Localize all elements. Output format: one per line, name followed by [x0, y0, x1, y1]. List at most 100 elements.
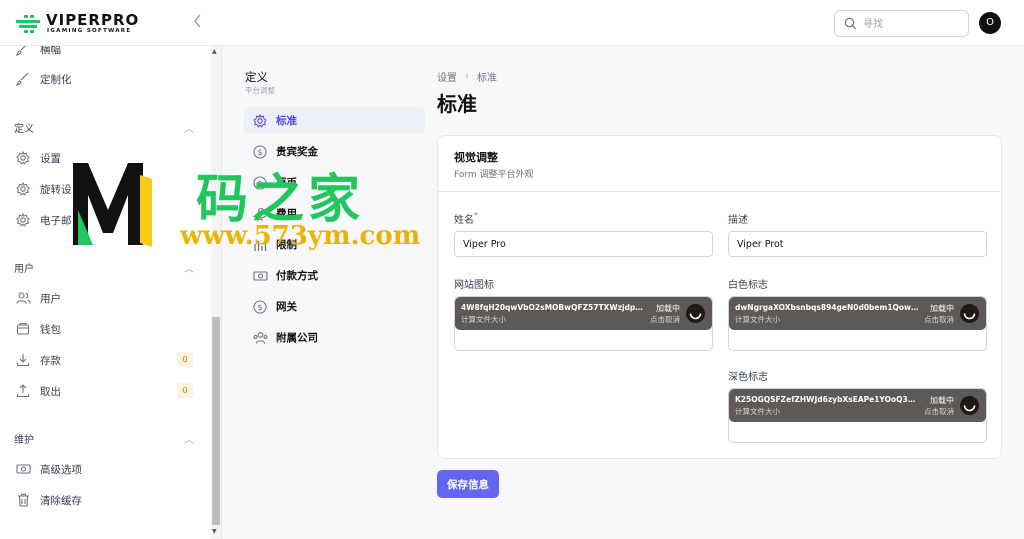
chevron-up-icon: ︿ — [184, 123, 194, 135]
upload-file-size: 计算文件大小 — [461, 315, 506, 324]
users-icon — [14, 289, 32, 307]
sidebar-item-spin-settings[interactable]: 旋转设 — [14, 179, 199, 199]
name-input[interactable] — [454, 231, 713, 257]
upload-icon — [14, 382, 32, 400]
dollar-icon: $ — [252, 299, 268, 315]
card-subtitle: Form 调整平台外观 — [454, 170, 534, 180]
description-label: 描述 — [728, 215, 748, 226]
svg-text:$: $ — [257, 148, 262, 157]
scroll-up-icon[interactable]: ▲ — [212, 48, 217, 55]
page-title: 标准 — [437, 92, 477, 116]
count-badge: 0 — [177, 352, 193, 367]
sidebar-item-advanced[interactable]: 高级选项 — [14, 459, 199, 479]
upload-cancel-hint[interactable]: 点击取消 — [650, 314, 680, 325]
sidebar-item-customize[interactable]: 定制化 — [14, 69, 199, 89]
breadcrumb-current: 标准 — [477, 73, 497, 84]
upload-cancel-hint[interactable]: 点击取消 — [924, 406, 954, 417]
logo-dark-label: 深色标志 — [728, 372, 768, 383]
sidebar-item-users[interactable]: 用户 — [14, 288, 199, 308]
sidebar: 横幅 定制化 定义 ︿ 设置 旋转设 电子邮 用户 ︿ 用户 钱包 存款 0 取… — [0, 46, 222, 539]
upload-cancel-hint[interactable]: 点击取消 — [924, 314, 954, 325]
subnav-item-label: 费用 — [276, 208, 297, 220]
sidebar-section-maintenance[interactable]: 维护 ︿ — [14, 430, 194, 446]
dollar-icon: $ — [252, 144, 268, 160]
subnav-item-label: 附属公司 — [276, 332, 318, 344]
gear-icon — [14, 211, 32, 229]
sidebar-item-wallet[interactable]: 钱包 — [14, 319, 199, 339]
upload-file-size: 计算文件大小 — [735, 407, 780, 416]
description-input[interactable] — [728, 231, 987, 257]
count-badge: 0 — [177, 383, 193, 398]
subnav-item-gateways[interactable]: $ 网关 — [244, 293, 425, 320]
logo-white-upload-file: dwNgrgaXOXbsnbqs894geN0d0bem1QowGDUzsIT.… — [729, 297, 986, 330]
subnav-item-limits[interactable]: 限制 — [244, 231, 425, 258]
section-title: 维护 — [14, 434, 34, 446]
required-mark: * — [474, 211, 478, 220]
favicon-upload-file: 4W8fqH20qwVbO2sMOBwQFZ57TXWzjdpKFOLKWN..… — [455, 297, 712, 330]
sidebar-item-label: 电子邮 — [40, 214, 72, 227]
sidebar-item-banner[interactable]: 横幅 — [14, 46, 199, 59]
loading-spinner-icon[interactable] — [960, 304, 979, 323]
search-box[interactable] — [834, 10, 969, 37]
logo-dark-upload[interactable]: K25OGQSFZefZHWJd6zybXsEAPe1YOoQ3TkEw1LA.… — [728, 388, 987, 443]
sidebar-scroll-thumb[interactable] — [212, 317, 220, 525]
sidebar-section-users[interactable]: 用户 ︿ — [14, 259, 194, 275]
card-title: 视觉调整 — [454, 151, 498, 164]
svg-text:$: $ — [257, 303, 262, 312]
save-button[interactable]: 保存信息 — [437, 470, 499, 498]
collapse-sidebar-button[interactable] — [188, 12, 208, 34]
search-icon — [844, 17, 857, 30]
subnav-item-payment-methods[interactable]: 付款方式 — [244, 262, 425, 289]
subnav-item-currency[interactable]: $ 原币 — [244, 169, 425, 196]
sidebar-item-withdraw[interactable]: 取出 0 — [14, 381, 199, 401]
loading-spinner-icon[interactable] — [686, 304, 705, 323]
section-title: 用户 — [14, 263, 34, 275]
brand-tagline: IGAMING SOFTWARE — [47, 28, 132, 34]
sidebar-item-label: 用户 — [40, 292, 61, 305]
chevron-left-icon — [194, 14, 201, 28]
sidebar-item-settings[interactable]: 设置 — [14, 148, 199, 168]
visual-settings-card: 视觉调整 Form 调整平台外观 姓名* 描述 网站图标 4W8fqH20qwV… — [437, 135, 1002, 459]
subnav-item-affiliates[interactable]: 附属公司 — [244, 324, 425, 351]
breadcrumb: 设置 › 标准 — [437, 69, 497, 84]
upload-status: 加载中 — [930, 396, 954, 405]
brand-name: VIPERPRO — [46, 11, 140, 29]
banknote-icon — [14, 460, 32, 478]
trash-icon — [14, 491, 32, 509]
logo-dark-upload-file: K25OGQSFZefZHWJd6zybXsEAPe1YOoQ3TkEw1LA.… — [729, 389, 986, 422]
sidebar-section-definition[interactable]: 定义 ︿ — [14, 119, 194, 135]
subnav-item-standard[interactable]: 标准 — [244, 107, 425, 134]
upload-file-name: dwNgrgaXOXbsnbqs894geN0d0bem1QowGDUzsIT.… — [735, 303, 920, 312]
subnav-title: 定义 — [245, 70, 268, 84]
sidebar-item-label: 横幅 — [40, 46, 61, 56]
sidebar-item-email[interactable]: 电子邮 — [14, 210, 199, 230]
user-avatar[interactable]: O — [979, 12, 1001, 34]
logo-white-label: 白色标志 — [728, 280, 768, 291]
gear-icon — [252, 113, 268, 129]
svg-text:$: $ — [257, 179, 262, 188]
upload-file-name: 4W8fqH20qwVbO2sMOBwQFZ57TXWzjdpKFOLKWN..… — [461, 303, 646, 312]
loading-spinner-icon[interactable] — [960, 396, 979, 415]
gear-icon — [14, 180, 32, 198]
search-input[interactable] — [863, 15, 958, 33]
chevron-up-icon: ︿ — [184, 263, 194, 275]
sidebar-item-clear-cache[interactable]: 清除缓存 — [14, 490, 199, 510]
section-title: 定义 — [14, 123, 34, 135]
scroll-down-icon[interactable]: ▼ — [212, 528, 217, 535]
name-label: 姓名* — [454, 211, 478, 226]
subnav-item-label: 限制 — [276, 239, 297, 251]
logo-white-upload[interactable]: dwNgrgaXOXbsnbqs894geN0d0bem1QowGDUzsIT.… — [728, 296, 987, 351]
brush-icon — [14, 46, 32, 58]
dollar-icon: $ — [252, 175, 268, 191]
card-header: 视觉调整 Form 调整平台外观 — [438, 136, 1001, 192]
chevron-up-icon: ︿ — [184, 434, 194, 446]
sidebar-item-deposit[interactable]: 存款 0 — [14, 350, 199, 370]
subnav-item-fees[interactable]: 费用 — [244, 200, 425, 227]
subnav-item-vip-bonus[interactable]: $ 贵宾奖金 — [244, 138, 425, 165]
sidebar-item-label: 高级选项 — [40, 463, 82, 476]
breadcrumb-parent[interactable]: 设置 — [437, 69, 457, 84]
brand-logo[interactable]: VIPERPRO IGAMING SOFTWARE — [16, 11, 140, 37]
favicon-label: 网站图标 — [454, 280, 494, 291]
sidebar-item-label: 清除缓存 — [40, 494, 82, 507]
favicon-upload[interactable]: 4W8fqH20qwVbO2sMOBwQFZ57TXWzjdpKFOLKWN..… — [454, 296, 713, 351]
